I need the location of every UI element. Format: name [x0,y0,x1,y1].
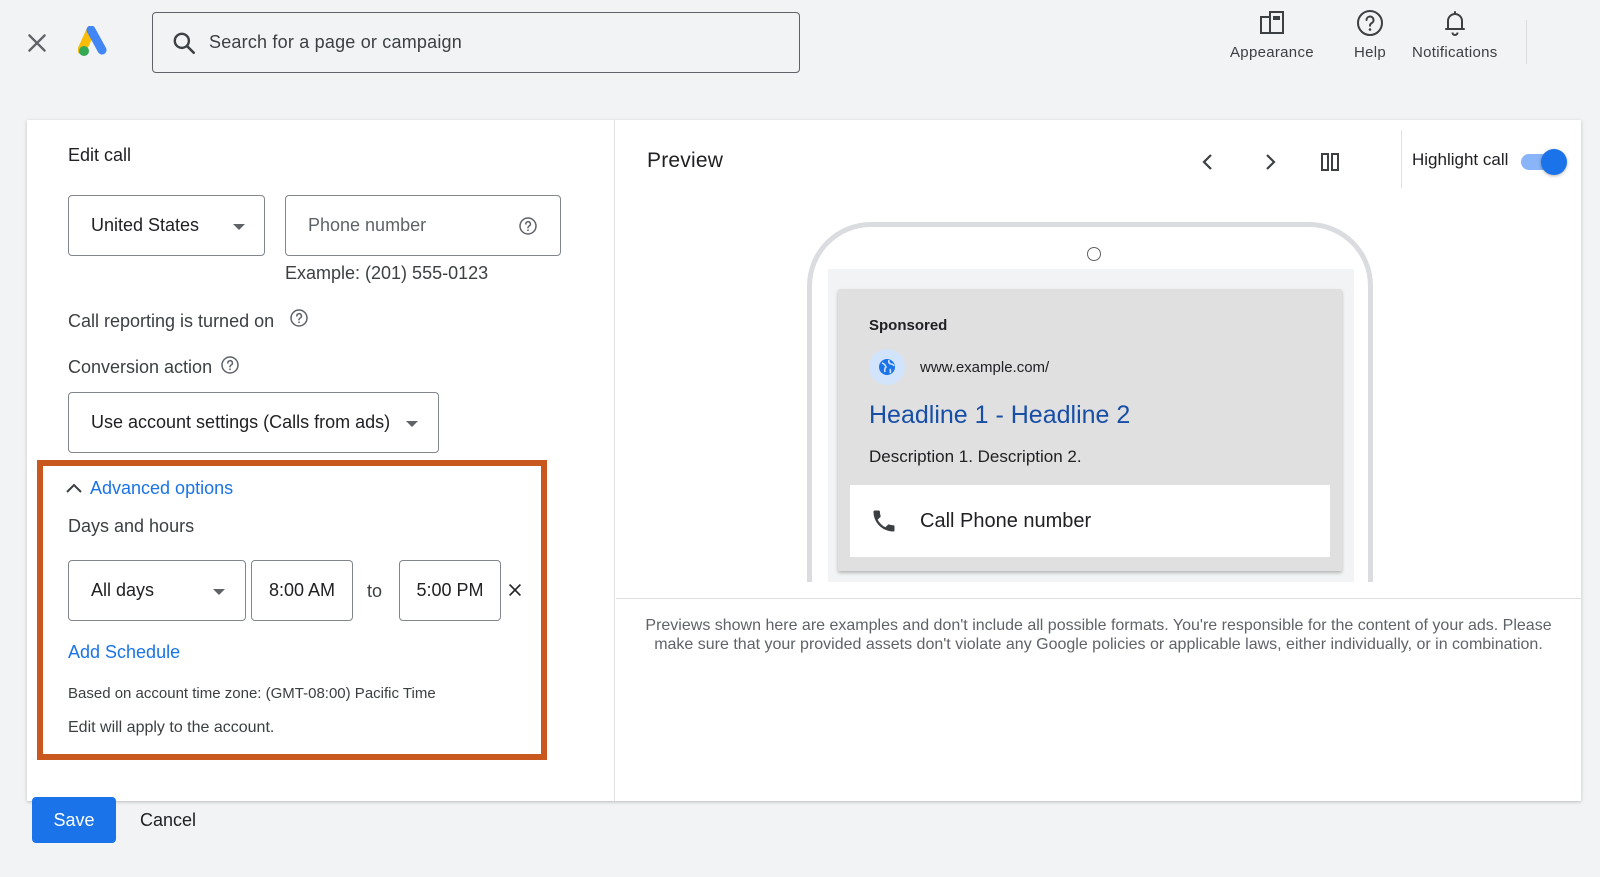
camera-icon [1087,247,1101,261]
header-divider [1526,20,1527,64]
toggle-thumb [1541,149,1567,175]
remove-schedule-close-icon[interactable] [506,581,524,599]
chevron-up-icon[interactable] [64,478,84,498]
notifications-label: Notifications [1412,44,1498,61]
start-time-value: 8:00 AM [268,580,336,600]
bell-icon [1444,11,1465,36]
conversion-action-label: Conversion action [68,357,213,377]
chevron-left-icon[interactable] [1194,148,1222,176]
appearance-icon [1259,11,1284,34]
search-icon [173,32,196,54]
conversion-action-value: Use account settings (Calls from ads) [91,412,391,432]
to-label: to [367,581,383,601]
edit-panel: Edit call United States Example: (201) 5… [27,120,615,801]
edit-title: Edit call [68,145,132,165]
notifications-button[interactable]: Notifications [1412,8,1498,61]
phone-example: Example: (201) 555-0123 [285,263,489,283]
country-select[interactable]: United States [68,195,265,256]
apply-note: Edit will apply to the account. [68,719,275,736]
help-label: Help [1354,44,1387,61]
phone-mockup: Sponsored www.example.com/ Headline 1 - … [807,222,1373,582]
split-view-icon[interactable] [1316,148,1344,176]
call-asset-row[interactable]: Call Phone number [850,485,1330,557]
appearance-label: Appearance [1230,44,1314,61]
ad-headline[interactable]: Headline 1 - Headline 2 [869,401,1130,430]
search-bar[interactable] [152,12,800,73]
edit-call-card: Edit call United States Example: (201) 5… [27,120,1581,801]
globe-icon [869,349,905,385]
close-icon[interactable] [24,30,50,56]
preview-divider [616,598,1581,599]
chevron-down-icon [213,589,225,595]
call-reporting-text: Call reporting is turned on [68,311,275,331]
help-icon [1357,10,1384,36]
appearance-button[interactable]: Appearance [1230,8,1314,61]
phone-field[interactable] [285,195,561,256]
start-time-field[interactable]: 8:00 AM [251,560,353,621]
days-value: All days [91,580,155,600]
country-value: United States [91,215,200,235]
phone-icon [873,510,895,532]
search-input[interactable] [209,32,769,53]
call-text: Call Phone number [920,509,1092,532]
help-button[interactable]: Help [1354,8,1386,61]
preview-title: Preview [647,149,724,172]
preview-disclaimer: Previews shown here are examples and don… [645,617,1552,653]
chevron-right-icon[interactable] [1256,148,1284,176]
google-ads-logo-icon [77,25,112,58]
phone-input[interactable] [308,215,518,236]
advanced-options-toggle[interactable]: Advanced options [90,478,233,499]
days-hours-label: Days and hours [68,516,195,536]
highlight-call-toggle[interactable] [1521,148,1567,175]
end-time-value: 5:00 PM [416,580,484,600]
add-schedule-link[interactable]: Add Schedule [68,642,180,663]
help-icon[interactable] [220,355,240,375]
save-button[interactable]: Save [32,797,116,843]
top-bar: Appearance Help Notifications [0,0,1600,90]
chevron-down-icon [233,224,245,230]
days-select[interactable]: All days [68,560,246,621]
highlight-call-label: Highlight call [1412,150,1509,169]
ad-description: Description 1. Description 2. [869,447,1082,466]
end-time-field[interactable]: 5:00 PM [399,560,501,621]
cancel-button[interactable]: Cancel [124,797,212,843]
preview-toolbar-divider [1401,130,1402,188]
conversion-action-select[interactable]: Use account settings (Calls from ads) [68,392,439,453]
help-icon[interactable] [289,308,309,328]
chevron-down-icon [406,421,418,427]
help-icon[interactable] [518,216,538,236]
preview-panel: Preview Highlight call Sponsored www.exa… [616,120,1581,801]
ad-preview-card: Sponsored www.example.com/ Headline 1 - … [838,289,1342,571]
ad-url: www.example.com/ [920,359,1050,376]
phone-screen: Sponsored www.example.com/ Headline 1 - … [828,269,1354,582]
timezone-note: Based on account time zone: (GMT-08:00) … [68,685,436,702]
sponsored-label: Sponsored [869,317,948,334]
